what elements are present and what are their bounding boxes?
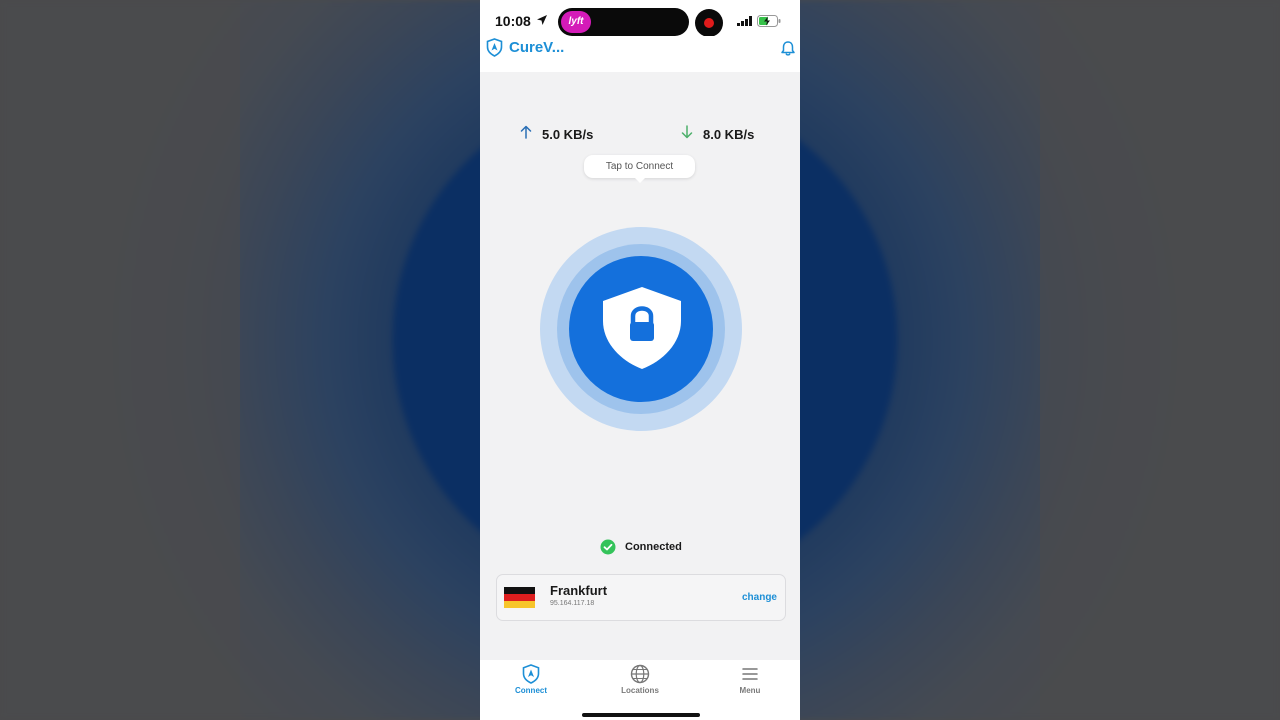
- cellular-signal-icon: [737, 16, 752, 26]
- location-arrow-icon: [537, 15, 547, 25]
- bottom-tab-bar: Connect Locations Menu: [480, 660, 800, 720]
- check-circle-icon: [600, 539, 616, 555]
- app-title: CureV...: [509, 39, 565, 56]
- shield-nav-icon: [522, 664, 540, 684]
- download-arrow-icon: [681, 125, 693, 139]
- location-card[interactable]: Frankfurt 95.164.117.18 change: [496, 574, 786, 621]
- location-ip: 95.164.117.18: [550, 600, 595, 607]
- app-header: CureV...: [480, 36, 800, 72]
- tap-to-connect-tooltip: Tap to Connect: [584, 155, 695, 183]
- status-time: 10:08: [495, 13, 531, 29]
- globe-icon: [630, 664, 650, 684]
- tab-menu[interactable]: Menu: [710, 664, 790, 704]
- app-logo-icon: [486, 38, 503, 57]
- location-city: Frankfurt: [550, 583, 608, 598]
- tab-connect[interactable]: Connect: [491, 664, 571, 704]
- download-speed-value: 8.0 KB/s: [703, 127, 755, 142]
- speed-indicators: 5.0 KB/s 8.0 KB/s: [480, 124, 800, 146]
- upload-arrow-icon: [520, 125, 532, 139]
- tab-menu-label: Menu: [739, 686, 761, 695]
- tab-locations-label: Locations: [621, 686, 659, 695]
- change-location-button[interactable]: change: [742, 592, 777, 603]
- tab-locations[interactable]: Locations: [600, 664, 680, 704]
- background-left-panel: [0, 0, 240, 720]
- phone-screen: 10:08 lyft CureV... 5.0 KB/s 8.0 KB/s Ta…: [480, 0, 800, 720]
- battery-charging-icon: [757, 15, 781, 27]
- status-bar: 10:08 lyft: [480, 0, 800, 40]
- status-text: Connected: [625, 541, 682, 553]
- hamburger-icon: [742, 668, 758, 680]
- notification-bell-icon[interactable]: [780, 40, 796, 57]
- upload-speed-value: 5.0 KB/s: [542, 127, 594, 142]
- lyft-icon[interactable]: lyft: [561, 11, 591, 33]
- dynamic-island: lyft: [558, 8, 689, 36]
- tab-connect-label: Connect: [515, 686, 547, 695]
- background-right-panel: [1040, 0, 1280, 720]
- home-indicator[interactable]: [582, 713, 700, 717]
- screen-recording-icon[interactable]: [695, 9, 723, 37]
- connect-button[interactable]: [540, 227, 742, 431]
- germany-flag-icon: [504, 587, 535, 608]
- shield-lock-icon: [603, 287, 681, 369]
